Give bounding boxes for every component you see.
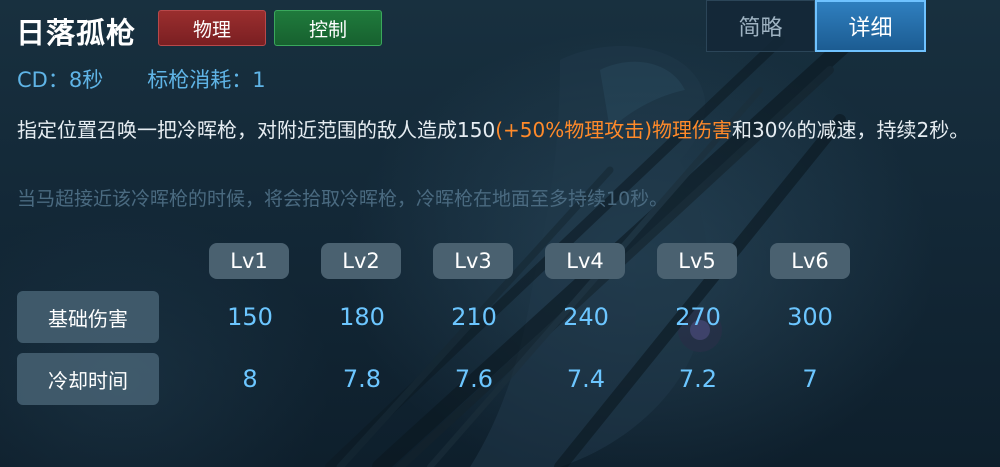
level-header-4: Lv4 — [545, 243, 625, 279]
base-damage-lv2: 180 — [339, 303, 385, 331]
skill-detail-panel: 日落孤枪 物理 控制 简略 详细 CD：8秒 标枪消耗：1 指定位置召唤一把冷晖… — [0, 0, 1000, 467]
level-header-1: Lv1 — [209, 243, 289, 279]
base-damage-lv1: 150 — [227, 303, 273, 331]
cooldown-lv1: 8 — [242, 365, 258, 393]
row-label-cooldown: 冷却时间 — [17, 353, 159, 405]
skill-stats-line: CD：8秒 标枪消耗：1 — [17, 64, 266, 94]
javelin-cost-text: 标枪消耗：1 — [147, 68, 266, 92]
tab-brief[interactable]: 简略 — [706, 0, 815, 52]
cooldown-lv4: 7.4 — [566, 365, 606, 393]
tab-detail[interactable]: 详细 — [815, 0, 926, 52]
skill-note: 当马超接近该冷晖枪的时候，将会拾取冷晖枪，冷晖枪在地面至多持续10秒。 — [17, 188, 669, 210]
cooldown-lv3: 7.6 — [454, 365, 494, 393]
level-header-3: Lv3 — [433, 243, 513, 279]
cooldown-lv5: 7.2 — [678, 365, 718, 393]
view-toggle: 简略 详细 — [706, 0, 926, 52]
base-damage-lv6: 300 — [787, 303, 833, 331]
row-label-base-damage: 基础伤害 — [17, 291, 159, 343]
description-text-end: 和30%的减速，持续2秒。 — [732, 118, 970, 142]
base-damage-lv3: 210 — [451, 303, 497, 331]
skill-description: 指定位置召唤一把冷晖枪，对附近范围的敌人造成150(+50%物理攻击)物理伤害和… — [17, 114, 977, 146]
base-damage-lv4: 240 — [563, 303, 609, 331]
tag-physical-badge: 物理 — [158, 10, 266, 46]
description-text: 指定位置召唤一把冷晖枪，对附近范围的敌人造成150 — [17, 118, 496, 142]
level-header-2: Lv2 — [321, 243, 401, 279]
tag-control-badge: 控制 — [274, 10, 382, 46]
damage-scaling-highlight: (+50%物理攻击)物理伤害 — [495, 118, 733, 142]
cooldown-lv2: 7.8 — [342, 365, 382, 393]
level-header-6: Lv6 — [770, 243, 850, 279]
skill-name: 日落孤枪 — [16, 16, 137, 50]
base-damage-lv5: 270 — [675, 303, 721, 331]
cooldown-text: CD：8秒 — [17, 68, 104, 92]
level-header-5: Lv5 — [657, 243, 737, 279]
cooldown-lv6: 7 — [802, 365, 818, 393]
